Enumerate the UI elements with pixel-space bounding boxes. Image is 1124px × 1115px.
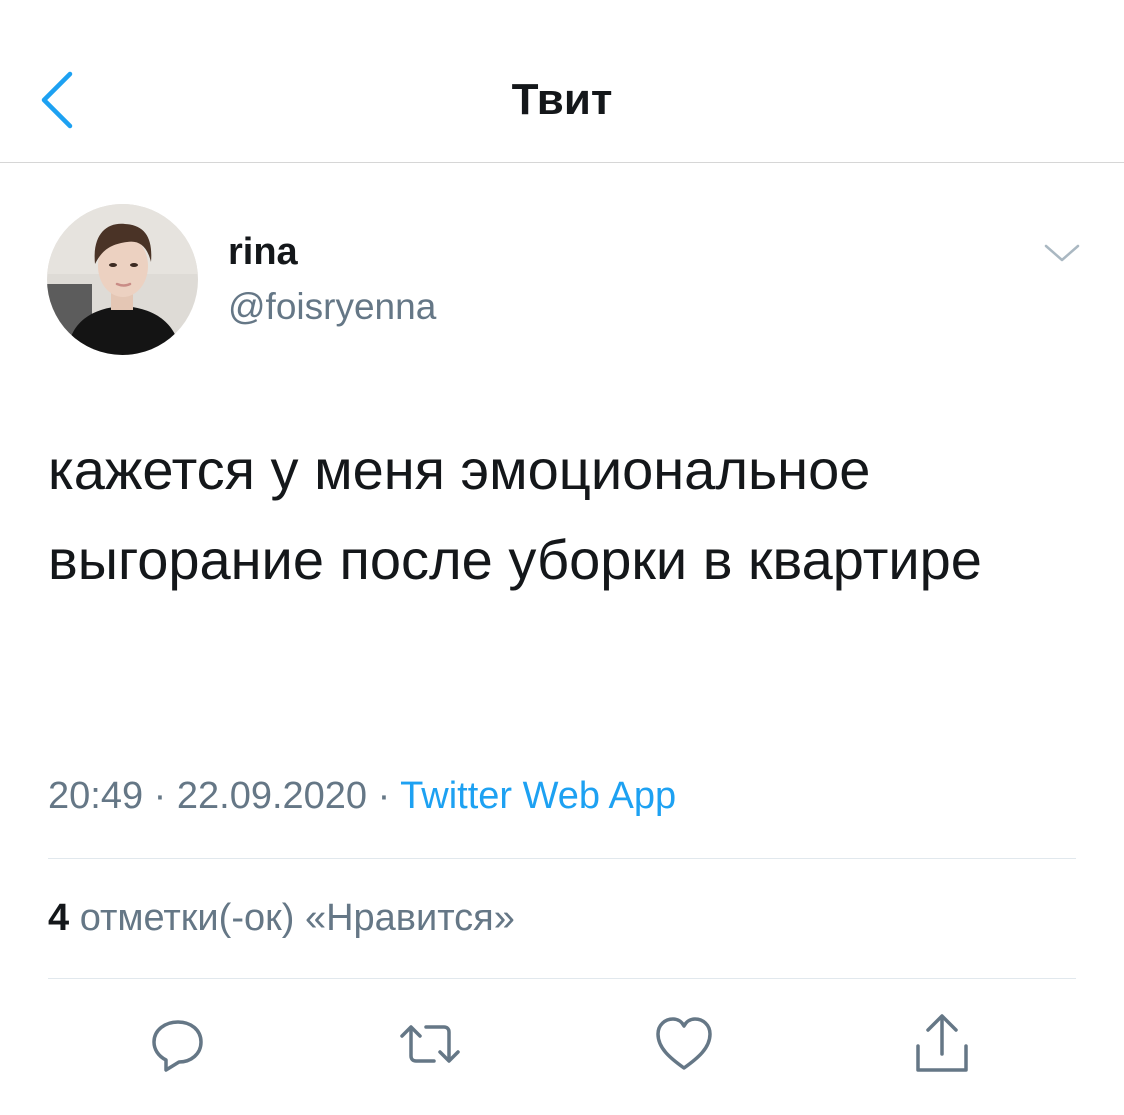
page-title: Твит xyxy=(511,75,613,124)
like-button[interactable] xyxy=(652,1012,716,1076)
author-handle[interactable]: @foisryenna xyxy=(228,285,436,329)
share-icon xyxy=(916,1014,968,1072)
chevron-down-icon xyxy=(1044,244,1080,262)
meta-separator: · xyxy=(377,775,391,817)
tweet-time: 20:49 xyxy=(48,775,144,817)
share-button[interactable] xyxy=(910,1012,974,1076)
retweet-icon xyxy=(400,1025,460,1063)
divider xyxy=(48,858,1076,859)
reply-icon xyxy=(152,1020,203,1072)
tweet-text: кажется у меня эмоциональное выгорание п… xyxy=(48,438,982,591)
likes-label: отметки(-ок) «Нравится» xyxy=(79,897,515,939)
tweet-date: 22.09.2020 xyxy=(176,775,368,817)
meta-separator: · xyxy=(153,775,167,817)
divider xyxy=(48,978,1076,979)
author-display-name[interactable]: rina xyxy=(228,230,298,274)
tweet-meta: 20:49 · 22.09.2020 · Twitter Web App xyxy=(48,772,676,820)
more-options-button[interactable] xyxy=(1040,238,1084,268)
heart-icon xyxy=(656,1017,712,1070)
reply-button[interactable] xyxy=(146,1012,210,1076)
retweet-button[interactable] xyxy=(398,1012,462,1076)
tweet-source-link[interactable]: Twitter Web App xyxy=(400,775,676,817)
top-bar: Твит xyxy=(0,0,1124,163)
avatar[interactable] xyxy=(47,204,198,355)
likes-count: 4 xyxy=(48,897,70,939)
likes-stat[interactable]: 4 отметки(-ок) «Нравится» xyxy=(48,894,515,942)
